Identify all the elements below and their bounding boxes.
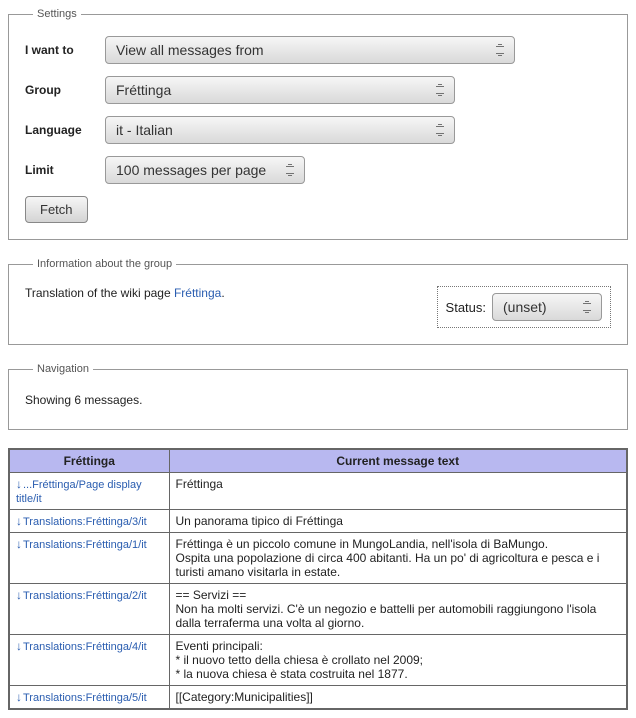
- col-header-key: Fréttinga: [9, 449, 169, 473]
- limit-select[interactable]: 100 messages per page: [105, 156, 305, 184]
- row-limit: Limit 100 messages per page: [25, 156, 611, 184]
- message-text-cell: Eventi principali:* il nuovo tetto della…: [169, 635, 627, 686]
- info-fieldset: Information about the group Translation …: [8, 258, 628, 345]
- info-legend: Information about the group: [33, 258, 176, 270]
- status-box: Status: (unset): [437, 286, 611, 328]
- row-action: I want to View all messages from: [25, 36, 611, 64]
- row-fetch: Fetch: [25, 196, 611, 223]
- status-label: Status:: [446, 300, 486, 315]
- message-key-link[interactable]: Translations:Fréttinga/5/it: [23, 692, 147, 704]
- group-select[interactable]: Fréttinga: [105, 76, 455, 104]
- message-key-cell: ↓Translations:Fréttinga/1/it: [9, 533, 169, 584]
- navigation-legend: Navigation: [33, 363, 93, 375]
- status-select-value: (unset): [503, 299, 547, 315]
- label-action: I want to: [25, 43, 105, 57]
- info-prefix: Translation of the wiki page: [25, 286, 174, 300]
- message-key-link[interactable]: Translations:Fréttinga/3/it: [23, 516, 147, 528]
- navigation-fieldset: Navigation Showing 6 messages.: [8, 363, 628, 430]
- table-row: ↓...Fréttinga/Page display title/itFrétt…: [9, 473, 627, 510]
- down-arrow-icon: ↓: [16, 537, 22, 551]
- down-arrow-icon: ↓: [16, 514, 22, 528]
- col-header-msg: Current message text: [169, 449, 627, 473]
- info-page-link[interactable]: Fréttinga: [174, 286, 221, 300]
- down-arrow-icon: ↓: [16, 639, 22, 653]
- table-row: ↓Translations:Fréttinga/5/it[[Category:M…: [9, 686, 627, 710]
- language-select[interactable]: it - Italian: [105, 116, 455, 144]
- navigation-text: Showing 6 messages.: [25, 391, 611, 413]
- message-text-cell: == Servizi ==Non ha molti servizi. C'è u…: [169, 584, 627, 635]
- message-key-link[interactable]: Translations:Fréttinga/2/it: [23, 590, 147, 602]
- down-arrow-icon: ↓: [16, 690, 22, 704]
- table-row: ↓Translations:Fréttinga/2/it== Servizi =…: [9, 584, 627, 635]
- settings-legend: Settings: [33, 8, 81, 20]
- group-select-value: Fréttinga: [116, 82, 171, 98]
- message-key-cell: ↓Translations:Fréttinga/4/it: [9, 635, 169, 686]
- down-arrow-icon: ↓: [16, 477, 22, 491]
- messages-table: Fréttinga Current message text ↓...Frétt…: [8, 448, 628, 710]
- table-row: ↓Translations:Fréttinga/1/itFréttinga è …: [9, 533, 627, 584]
- message-key-link[interactable]: Translations:Fréttinga/1/it: [23, 539, 147, 551]
- label-group: Group: [25, 83, 105, 97]
- message-key-cell: ↓...Fréttinga/Page display title/it: [9, 473, 169, 510]
- message-key-cell: ↓Translations:Fréttinga/2/it: [9, 584, 169, 635]
- message-text-cell: Fréttinga è un piccolo comune in MungoLa…: [169, 533, 627, 584]
- language-select-value: it - Italian: [116, 122, 173, 138]
- message-text-cell: [[Category:Municipalities]]: [169, 686, 627, 710]
- action-select-value: View all messages from: [116, 42, 264, 58]
- message-text-cell: Fréttinga: [169, 473, 627, 510]
- label-language: Language: [25, 123, 105, 137]
- settings-fieldset: Settings I want to View all messages fro…: [8, 8, 628, 240]
- fetch-button[interactable]: Fetch: [25, 196, 88, 223]
- row-language: Language it - Italian: [25, 116, 611, 144]
- table-row: ↓Translations:Fréttinga/4/itEventi princ…: [9, 635, 627, 686]
- message-key-link[interactable]: Translations:Fréttinga/4/it: [23, 641, 147, 653]
- table-row: ↓Translations:Fréttinga/3/itUn panorama …: [9, 510, 627, 533]
- action-select[interactable]: View all messages from: [105, 36, 515, 64]
- info-text: Translation of the wiki page Fréttinga.: [25, 286, 225, 300]
- message-key-cell: ↓Translations:Fréttinga/3/it: [9, 510, 169, 533]
- status-select[interactable]: (unset): [492, 293, 602, 321]
- message-text-cell: Un panorama tipico di Fréttinga: [169, 510, 627, 533]
- info-suffix: .: [221, 286, 224, 300]
- limit-select-value: 100 messages per page: [116, 162, 266, 178]
- label-limit: Limit: [25, 163, 105, 177]
- message-key-cell: ↓Translations:Fréttinga/5/it: [9, 686, 169, 710]
- row-group: Group Fréttinga: [25, 76, 611, 104]
- message-key-link[interactable]: ...Fréttinga/Page display title/it: [16, 479, 142, 505]
